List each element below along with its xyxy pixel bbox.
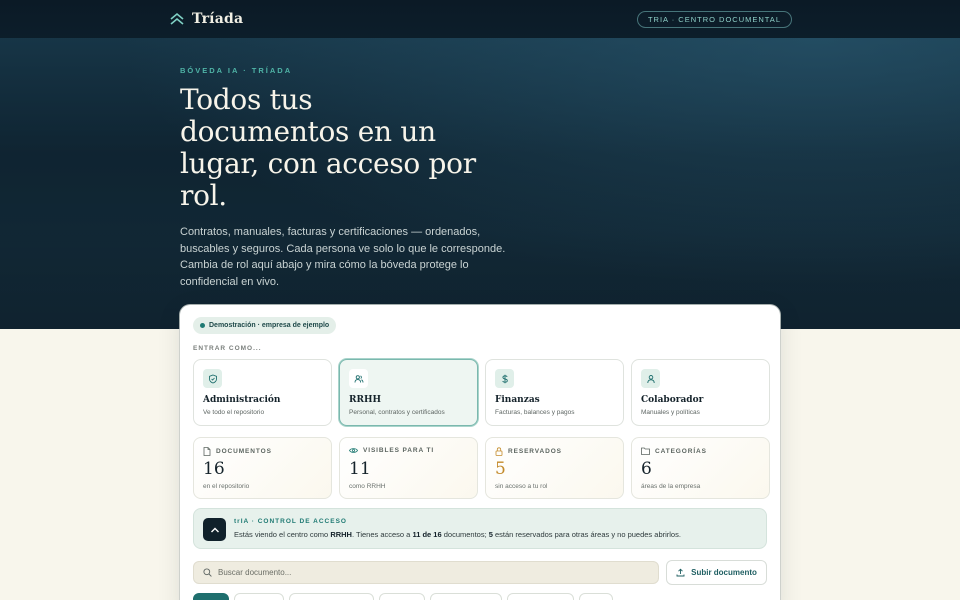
role-section-label: ENTRAR COMO...	[193, 345, 262, 352]
stat-card-visibles: VISIBLES PARA TI 11 como RRHH	[339, 437, 478, 499]
access-message: Estás viendo el centro como RRHH. Tienes…	[234, 530, 681, 539]
users-icon	[349, 369, 368, 388]
stat-card-categorias: CATEGORÍAS 6 áreas de la empresa	[631, 437, 770, 499]
stat-caption: como RRHH	[349, 483, 386, 490]
logo-icon	[170, 12, 184, 25]
role-name: Finanzas	[495, 395, 540, 405]
role-name: Colaborador	[641, 395, 704, 405]
stat-caption: sin acceso a tu rol	[495, 483, 548, 490]
stat-label: RESERVADOS	[508, 448, 562, 455]
role-card-colaborador[interactable]: Colaborador Manuales y políticas	[631, 359, 770, 426]
stat-header: VISIBLES PARA TI	[349, 447, 434, 454]
role-card-finanzas[interactable]: Finanzas Facturas, balances y pagos	[485, 359, 624, 426]
search-bar	[193, 561, 659, 584]
stat-header: CATEGORÍAS	[641, 447, 707, 455]
access-text-part: Estás viendo el centro como	[234, 530, 331, 539]
section-pill: trIA · CENTRO DOCUMENTAL	[636, 10, 792, 28]
stat-label: VISIBLES PARA TI	[363, 447, 435, 454]
access-role: RRHH	[330, 530, 352, 539]
hero-lead: Contratos, manuales, facturas y certific…	[180, 226, 506, 288]
stat-header: RESERVADOS	[495, 447, 562, 456]
access-text-part: . Tienes acceso a	[351, 530, 413, 539]
role-description: Manuales y políticas	[641, 409, 700, 416]
chevron-up-icon	[203, 518, 226, 541]
stats-row: DOCUMENTOS 16 en el repositorio VISIBLES…	[193, 437, 770, 499]
vault-panel: Demostración · empresa de ejemplo ENTRAR…	[180, 305, 780, 600]
role-description: Personal, contratos y certificados	[349, 409, 445, 416]
category-filters	[193, 593, 613, 600]
upload-button[interactable]: Subir documento	[666, 560, 767, 585]
filter-tab[interactable]	[234, 593, 284, 600]
access-title: trIA · CONTROL DE ACCESO	[234, 518, 347, 525]
access-text-part: están reservados para otras áreas y no p…	[492, 530, 681, 539]
stat-label: CATEGORÍAS	[655, 447, 707, 455]
stat-card-reservados: RESERVADOS 5 sin acceso a tu rol	[485, 437, 624, 499]
stat-value: 6	[641, 459, 652, 479]
eye-icon	[349, 448, 358, 453]
folder-icon	[641, 447, 650, 455]
role-card-administracion[interactable]: Administración Ve todo el repositorio	[193, 359, 332, 426]
role-card-rrhh[interactable]: RRHH Personal, contratos y certificados	[339, 359, 478, 426]
role-name: Administración	[203, 395, 281, 405]
stat-value: 5	[495, 459, 506, 479]
filter-tab[interactable]	[379, 593, 425, 600]
stat-value: 11	[349, 459, 371, 479]
file-icon	[203, 447, 211, 456]
brand[interactable]: Tríada	[170, 11, 243, 27]
lock-icon	[495, 447, 503, 456]
dollar-icon	[495, 369, 514, 388]
hero-headline: Todos tus documentos en un lugar, con ac…	[180, 83, 476, 212]
role-description: Ve todo el repositorio	[203, 409, 265, 416]
search-icon	[203, 568, 212, 577]
access-control-banner: trIA · CONTROL DE ACCESO Estás viendo el…	[193, 508, 767, 549]
user-icon	[641, 369, 660, 388]
stat-caption: áreas de la empresa	[641, 483, 701, 490]
demo-badge-label: Demostración · empresa de ejemplo	[209, 322, 330, 329]
top-bar: Tríada trIA · CENTRO DOCUMENTAL	[170, 10, 792, 28]
stat-label: DOCUMENTOS	[216, 448, 272, 455]
stat-header: DOCUMENTOS	[203, 447, 272, 456]
filter-tab[interactable]	[579, 593, 613, 600]
demo-badge: Demostración · empresa de ejemplo	[193, 317, 337, 334]
role-name: RRHH	[349, 395, 381, 405]
upload-label: Subir documento	[691, 568, 757, 577]
access-text-part: documentos;	[441, 530, 489, 539]
filter-tab[interactable]	[430, 593, 502, 600]
hero-section: Tríada trIA · CENTRO DOCUMENTAL BÓVEDA I…	[0, 0, 960, 329]
status-dot	[200, 323, 205, 328]
access-visible-count: 11 de 16	[412, 530, 442, 539]
shield-icon	[203, 369, 222, 388]
hero-eyebrow: BÓVEDA IA · TRÍADA	[180, 66, 293, 75]
filter-tab[interactable]	[289, 593, 374, 600]
filter-tab[interactable]	[507, 593, 574, 600]
stat-caption: en el repositorio	[203, 483, 250, 490]
stat-card-documentos: DOCUMENTOS 16 en el repositorio	[193, 437, 332, 499]
brand-name: Tríada	[192, 11, 244, 27]
role-selector: Administración Ve todo el repositorio RR…	[193, 359, 770, 426]
stat-value: 16	[203, 459, 225, 479]
upload-icon	[676, 568, 685, 577]
search-input[interactable]	[218, 568, 638, 577]
role-description: Facturas, balances y pagos	[495, 409, 575, 416]
filter-tab-active[interactable]	[193, 593, 229, 600]
